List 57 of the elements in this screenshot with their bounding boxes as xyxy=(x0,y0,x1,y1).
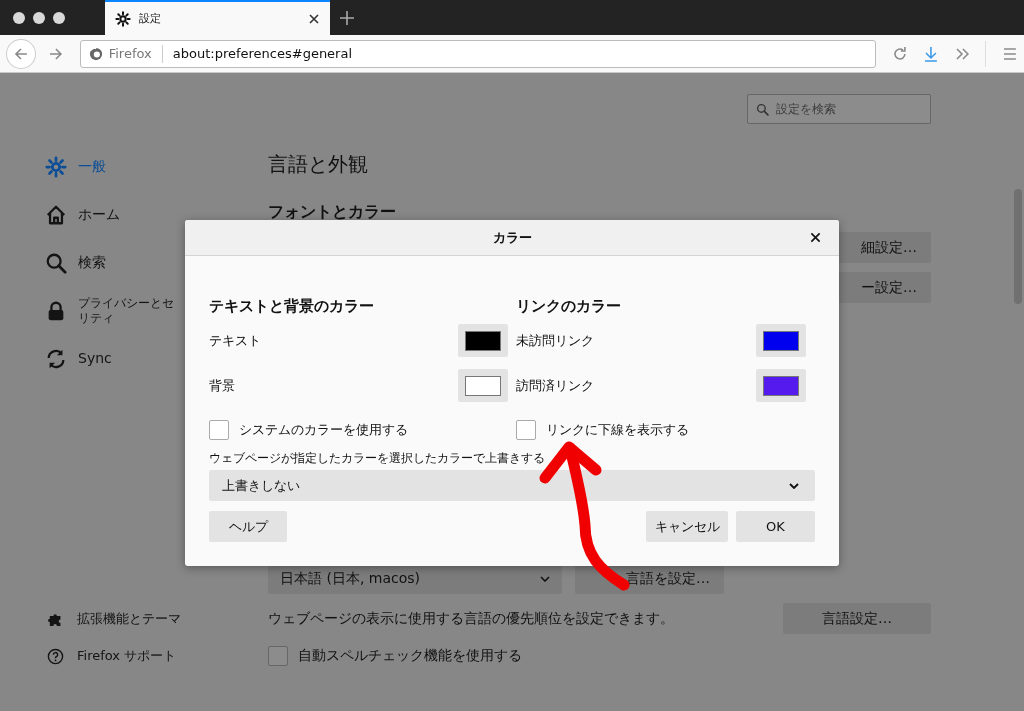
color-picker-button[interactable] xyxy=(756,369,806,402)
subsection-heading: フォントとカラー xyxy=(268,201,397,223)
browser-tab[interactable]: 設定 xyxy=(105,0,330,35)
browser-logo-icon xyxy=(88,46,103,61)
group-heading: リンクのカラー xyxy=(516,296,622,316)
cancel-button[interactable]: キャンセル xyxy=(646,511,728,542)
sidebar-link[interactable]: Firefox サポート xyxy=(45,643,268,669)
address-bar[interactable]: Firefox about:preferences#general xyxy=(79,39,876,68)
identity-label: Firefox xyxy=(108,46,152,61)
help-button[interactable]: ヘルプ xyxy=(209,511,287,542)
search-field[interactable]: 設定を検索 xyxy=(747,94,931,124)
download-icon[interactable] xyxy=(923,45,940,62)
checkbox-label: リンクに下線を表示する xyxy=(546,421,689,439)
color-picker-button[interactable] xyxy=(458,369,508,402)
checkbox-label: 自動スペルチェック機能を使用する xyxy=(298,646,522,665)
menu-icon[interactable] xyxy=(1002,45,1018,62)
section-heading: 言語と外観 xyxy=(268,151,369,178)
sidebar-item[interactable]: ホーム xyxy=(45,197,268,233)
language-settings-button[interactable]: 言語設定… xyxy=(783,603,931,634)
color-label: テキスト xyxy=(209,331,261,350)
color-label: 未訪問リンク xyxy=(516,331,594,350)
ok-button[interactable]: OK xyxy=(736,511,815,542)
sidebar-link[interactable]: 拡張機能とテーマ xyxy=(45,606,268,632)
dialog-title: カラー xyxy=(492,228,532,247)
language-description: ウェブページの表示に使用する言語の優先順位を設定できます。 xyxy=(268,609,674,628)
close-icon[interactable] xyxy=(810,232,821,243)
color-picker-button[interactable] xyxy=(756,324,806,357)
color-label: 背景 xyxy=(209,376,235,395)
color-picker-button[interactable] xyxy=(458,324,508,357)
checkbox[interactable] xyxy=(516,420,536,440)
checkbox-label: システムのカラーを使用する xyxy=(239,421,408,439)
checkbox[interactable] xyxy=(209,420,229,440)
forward-icon[interactable] xyxy=(47,45,64,62)
chevron-icon xyxy=(789,482,799,489)
sync-icon xyxy=(45,348,67,370)
dropdown-label: ウェブページが指定したカラーを選択したカラーで上書きする xyxy=(209,450,546,466)
chevron-icon xyxy=(540,575,550,582)
close-icon[interactable] xyxy=(308,12,320,25)
search-icon xyxy=(45,252,67,274)
window-control-button[interactable] xyxy=(33,11,45,24)
gear-icon xyxy=(45,156,67,178)
gear-icon xyxy=(115,10,131,27)
url-text: about:preferences#general xyxy=(172,46,353,61)
group-heading: テキストと背景のカラー xyxy=(209,296,375,316)
overflow-icon[interactable] xyxy=(955,45,972,62)
reload-icon[interactable] xyxy=(891,45,908,62)
question-icon xyxy=(47,647,64,665)
home-icon xyxy=(45,204,67,226)
sidebar-item[interactable]: 検索 xyxy=(45,245,268,281)
tab-title: 設定 xyxy=(139,11,162,26)
color-label: 訪問済リンク xyxy=(516,376,594,395)
plus-icon[interactable] xyxy=(340,10,354,25)
override-dropdown[interactable]: 上書きしない xyxy=(209,470,815,501)
window-control-button[interactable] xyxy=(53,11,65,24)
window-control-button[interactable] xyxy=(13,11,25,24)
checkbox[interactable] xyxy=(268,645,288,666)
search-icon xyxy=(756,103,769,116)
